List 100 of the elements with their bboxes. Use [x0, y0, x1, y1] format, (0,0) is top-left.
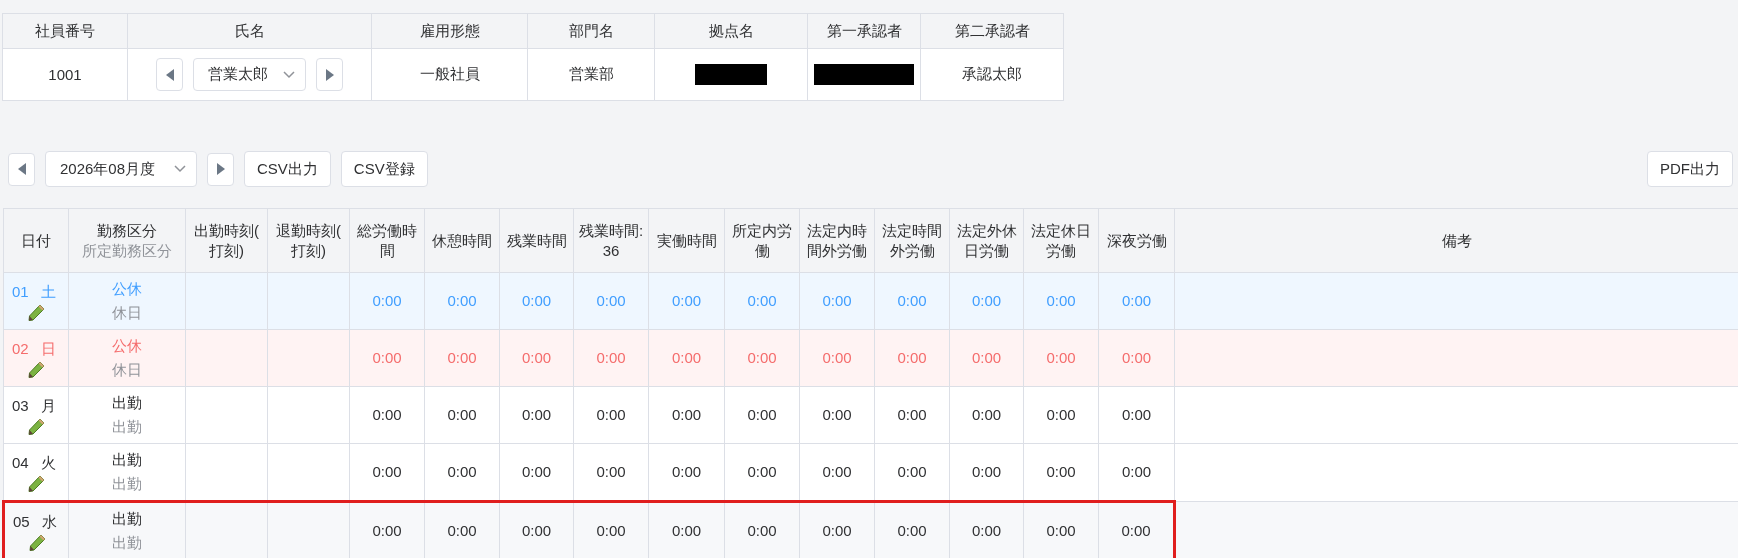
table-cell: 0:00 [1023, 501, 1099, 558]
table-cell: 0:00 [573, 272, 649, 330]
pencil-icon[interactable] [27, 304, 45, 322]
column-header: 退勤時刻(打刻) [267, 208, 350, 273]
table-cell: 0:00 [424, 501, 500, 558]
table-cell: 0:00 [1098, 329, 1175, 387]
table-cell: 0:00 [499, 386, 574, 444]
table-cell: 0:00 [349, 501, 425, 558]
table-cell: 0:00 [648, 329, 725, 387]
column-header: 深夜労働 [1098, 208, 1175, 273]
weekday-label: 火 [40, 453, 56, 473]
month-select[interactable]: 2026年08月度 [45, 151, 197, 187]
table-cell: 承認太郎 [920, 48, 1064, 101]
table-cell: 0:00 [724, 329, 800, 387]
chevron-down-icon [174, 165, 186, 173]
column-header: 第一承認者 [807, 13, 921, 49]
column-subheader: 所定勤務区分 [81, 240, 173, 261]
pencil-icon[interactable] [27, 534, 46, 552]
table-cell: 0:00 [1023, 329, 1099, 387]
work-type-label: 公休 [111, 279, 143, 299]
scheduled-type-label: 出勤 [111, 533, 143, 553]
column-header: 拠点名 [654, 13, 808, 49]
column-header: 部門名 [527, 13, 655, 49]
table-cell: 0:00 [648, 501, 725, 558]
column-header: 備考 [1174, 208, 1738, 273]
table-cell: 0:00 [724, 272, 800, 330]
table-cell: 0:00 [799, 329, 875, 387]
table-cell: 0:00 [648, 386, 725, 444]
column-header: 社員番号 [2, 13, 128, 49]
table-cell: 0:00 [499, 272, 574, 330]
left-arrow-icon [165, 68, 174, 81]
pdf-export-button[interactable]: PDF出力 [1647, 151, 1733, 187]
date-label: 02 [12, 339, 29, 359]
left-arrow-icon [17, 163, 26, 175]
previous-button[interactable] [156, 58, 183, 91]
table-cell: 0:00 [949, 329, 1024, 387]
table-cell: 0:00 [648, 272, 725, 330]
date-label: 01 [12, 282, 29, 302]
column-header: 休憩時間 [424, 208, 500, 273]
column-header: 法定内時間外労働 [799, 208, 875, 273]
table-cell: 一般社員 [371, 48, 528, 101]
weekday-label: 月 [40, 396, 56, 416]
column-header: 法定時間外労働 [874, 208, 950, 273]
table-cell: 0:00 [874, 386, 950, 444]
pencil-icon[interactable] [27, 418, 45, 436]
table-cell: 0:00 [424, 386, 500, 444]
table-cell: 0:00 [874, 272, 950, 330]
table-cell: 0:00 [724, 386, 800, 444]
table-cell: 0:00 [573, 386, 649, 444]
work-type-label: 公休 [111, 336, 143, 356]
chevron-down-icon [283, 70, 295, 79]
table-cell: 0:00 [1098, 386, 1175, 444]
scheduled-type-label: 休日 [111, 360, 143, 380]
right-arrow-icon [325, 68, 334, 81]
scheduled-type-label: 出勤 [111, 474, 143, 494]
column-header: 氏名 [127, 13, 372, 49]
weekday-label: 水 [41, 512, 57, 532]
table-cell: 0:00 [799, 501, 875, 558]
column-header: 第二承認者 [920, 13, 1064, 49]
table-cell: 0:00 [499, 501, 574, 558]
column-header: 日付 [3, 208, 69, 273]
table-cell: 0:00 [499, 329, 574, 387]
pencil-icon[interactable] [27, 475, 45, 493]
previous-month-button[interactable] [8, 152, 35, 186]
weekday-label: 土 [40, 282, 56, 302]
column-header: 実働時間 [648, 208, 725, 273]
table-cell: 0:00 [874, 501, 950, 558]
table-cell: 営業部 [527, 48, 655, 101]
csv-export-button[interactable]: CSV出力 [244, 151, 331, 187]
table-cell: 0:00 [799, 386, 875, 444]
column-header: 所定内労働 [724, 208, 800, 273]
employee-select[interactable]: 営業太郎 [193, 58, 306, 91]
right-arrow-icon [216, 163, 225, 175]
column-header: 出勤時刻(打刻) [185, 208, 268, 273]
column-header: 総労働時間 [349, 208, 425, 273]
next-month-button[interactable] [207, 152, 234, 186]
column-header: 法定休日労働 [1023, 208, 1099, 273]
table-cell: 0:00 [573, 501, 649, 558]
column-header: 残業時間:36 [573, 208, 649, 273]
work-type-label: 出勤 [111, 450, 143, 470]
table-cell: 0:00 [799, 272, 875, 330]
next-button[interactable] [316, 58, 343, 91]
work-type-label: 出勤 [111, 393, 143, 413]
table-cell: 0:00 [1098, 272, 1175, 330]
scheduled-type-label: 休日 [111, 303, 143, 323]
column-header: 勤務区分 [97, 221, 157, 239]
table-cell: 0:00 [1023, 272, 1099, 330]
column-header: 法定外休日労働 [949, 208, 1024, 273]
date-label: 04 [12, 453, 29, 473]
table-cell: 0:00 [1023, 386, 1099, 444]
table-cell: 0:00 [573, 329, 649, 387]
csv-import-button[interactable]: CSV登録 [340, 151, 428, 187]
table-cell: 0:00 [349, 329, 425, 387]
column-header: 残業時間 [499, 208, 574, 273]
table-cell: 0:00 [724, 501, 800, 558]
date-label: 05 [13, 512, 30, 532]
weekday-label: 日 [40, 339, 56, 359]
column-header: 雇用形態 [371, 13, 528, 49]
date-label: 03 [12, 396, 29, 416]
pencil-icon[interactable] [27, 361, 45, 379]
